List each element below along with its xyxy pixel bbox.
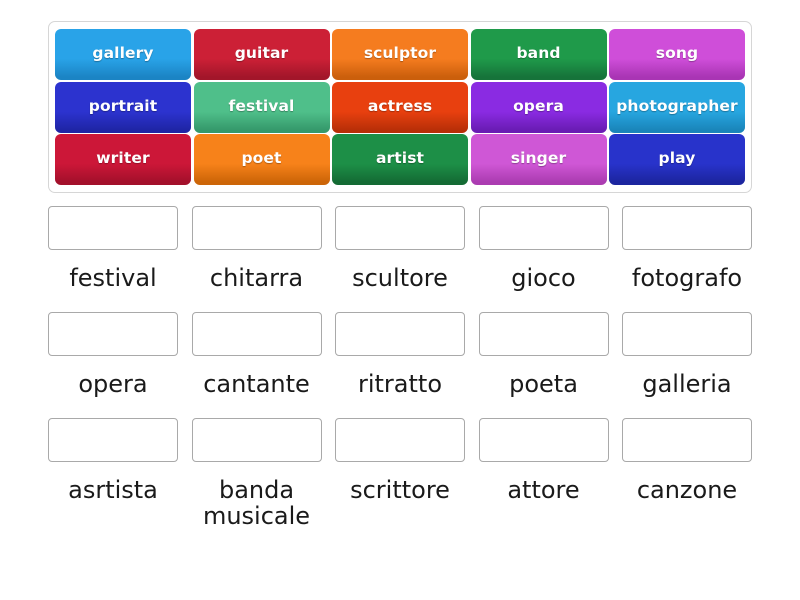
answer-cell: fotografo [622,206,752,292]
drop-zone-banda-musicale[interactable] [191,417,322,462]
answer-row: opera cantante ritratto poeta galleria [48,311,752,398]
answer-label: poeta [509,369,578,398]
answer-cell: chitarra [191,206,322,292]
word-tile-actress[interactable]: actress [332,81,468,133]
word-tile-writer[interactable]: writer [55,134,191,185]
word-tile-opera[interactable]: opera [470,81,607,133]
word-tile-singer[interactable]: singer [470,134,607,185]
answer-label: fotografo [631,264,743,292]
drop-zone-attore[interactable] [478,417,609,462]
answer-cell: ritratto [335,311,465,398]
drop-zone-galleria[interactable] [622,311,752,356]
word-tile-bank: gallery guitar sculptor band song portrait fes… [48,21,752,193]
tile-row: gallery guitar sculptor band song [55,29,745,80]
drop-zone-asrtista[interactable] [48,417,178,462]
answer-cell: scultore [335,206,465,292]
drop-zone-cantante[interactable] [191,311,322,356]
word-tile-photographer[interactable]: photographer [609,81,745,133]
answer-cell: banda musicale [191,417,322,530]
answer-cell: poeta [478,311,609,398]
word-tile-gallery[interactable]: gallery [55,29,191,80]
answer-label: banda musicale [202,475,311,530]
drop-zone-poeta[interactable] [478,311,609,356]
word-tile-festival[interactable]: festival [193,81,330,133]
answer-label: scrittore [350,475,450,504]
answer-row: festival chitarra scultore gioco fotografo [48,206,752,292]
answer-label: opera [78,369,148,398]
drop-zone-opera[interactable] [48,311,178,356]
drop-zone-fotografo[interactable] [622,206,752,250]
drop-zone-scrittore[interactable] [335,417,465,462]
answer-cell: galleria [622,311,752,398]
answer-cell: canzone [622,417,752,530]
tile-row: portrait festival actress opera photographer [55,81,745,133]
answer-label: gioco [511,264,576,292]
word-tile-song[interactable]: song [609,29,745,80]
answer-label: chitarra [209,264,304,292]
drop-zone-canzone[interactable] [622,417,752,462]
drop-zone-festival[interactable] [48,206,178,250]
drop-zone-ritratto[interactable] [335,311,465,356]
answer-row: asrtista banda musicale scrittore attore can… [48,417,752,530]
answer-drop-grid: festival chitarra scultore gioco fotografo op… [48,206,752,550]
drop-zone-gioco[interactable] [478,206,609,250]
word-tile-sculptor[interactable]: sculptor [332,29,468,80]
answer-label: scultore [352,264,448,292]
answer-cell: asrtista [48,417,178,530]
answer-label: asrtista [68,475,158,504]
word-tile-guitar[interactable]: guitar [193,29,330,80]
answer-label: festival [69,264,157,292]
word-tile-band[interactable]: band [470,29,607,80]
answer-cell: cantante [191,311,322,398]
word-tile-play[interactable]: play [609,134,745,185]
answer-label: canzone [636,475,738,504]
answer-label: ritratto [357,369,443,398]
answer-label: galleria [642,369,732,398]
answer-cell: opera [48,311,178,398]
answer-label: cantante [203,369,310,398]
drop-zone-scultore[interactable] [335,206,465,250]
answer-cell: scrittore [335,417,465,530]
answer-cell: attore [478,417,609,530]
tile-row: writer poet artist singer play [55,134,745,185]
answer-label: attore [507,475,580,504]
answer-cell: festival [48,206,178,292]
answer-cell: gioco [478,206,609,292]
word-tile-artist[interactable]: artist [332,134,468,185]
word-tile-portrait[interactable]: portrait [55,81,191,133]
word-tile-poet[interactable]: poet [193,134,330,185]
drop-zone-chitarra[interactable] [191,206,322,250]
